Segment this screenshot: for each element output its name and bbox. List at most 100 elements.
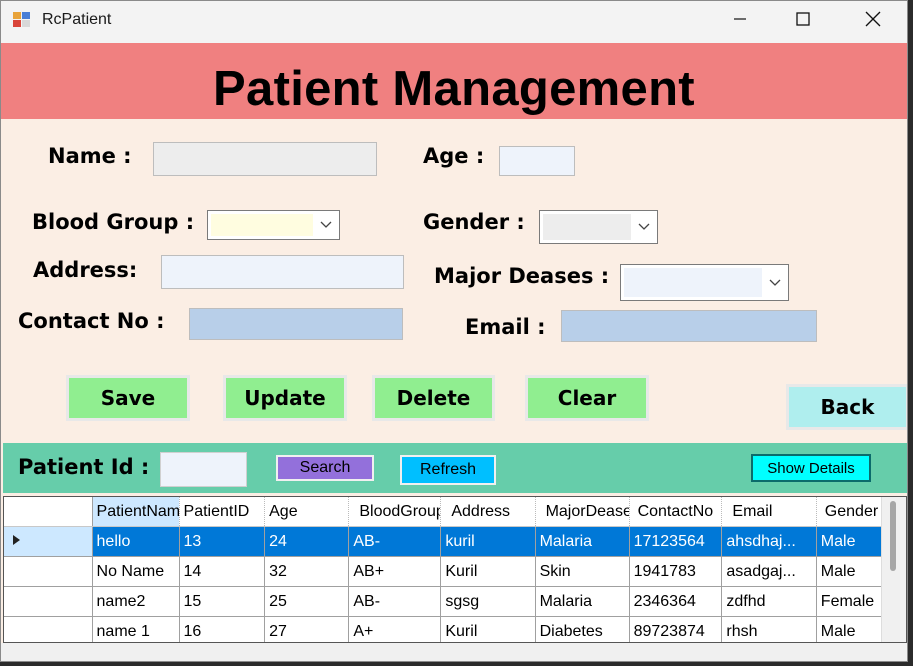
name-input[interactable] [153, 142, 377, 176]
column-header[interactable]: Email [721, 497, 817, 527]
table-cell[interactable]: AB+ [348, 556, 442, 587]
table-cell[interactable]: 15 [179, 586, 266, 617]
table-cell[interactable]: Kuril [440, 616, 536, 642]
search-bar: Patient Id : Search Refresh Show Details [3, 443, 907, 493]
app-window: RcPatient Patient Management Name : Age … [0, 0, 908, 662]
chevron-down-icon [320, 221, 332, 228]
table-cell[interactable]: kuril [440, 526, 536, 557]
table-cell[interactable]: zdfhd [721, 586, 817, 617]
chevron-down-icon [769, 279, 781, 286]
table-cell[interactable]: Kuril [440, 556, 536, 587]
table-cell[interactable]: name2 [92, 586, 180, 617]
table-cell[interactable]: Diabetes [535, 616, 630, 642]
current-row-arrow-icon [13, 534, 20, 545]
table-row[interactable]: name 1 16 27 A+ Kuril Diabetes 89723874 … [4, 616, 906, 642]
contact-no-label: Contact No : [18, 309, 165, 333]
gender-label: Gender : [423, 210, 525, 234]
blood-group-label: Blood Group : [32, 210, 195, 234]
delete-button[interactable]: Delete [372, 375, 495, 421]
table-cell[interactable]: 13 [179, 526, 266, 557]
column-header[interactable]: Age [264, 497, 350, 527]
table-header-row: PatientName PatientID Age BloodGroup Add… [4, 497, 906, 527]
table-row[interactable]: No Name 14 32 AB+ Kuril Skin 1941783 asa… [4, 556, 906, 587]
table-row[interactable]: hello 13 24 AB- kuril Malaria 17123564 a… [4, 526, 906, 557]
table-cell[interactable]: AB- [348, 526, 442, 557]
gender-select[interactable] [539, 210, 658, 244]
contact-no-input[interactable] [189, 308, 403, 340]
scrollbar-thumb[interactable] [890, 501, 896, 571]
row-header[interactable] [4, 616, 93, 642]
close-button[interactable] [850, 1, 896, 37]
patient-id-label: Patient Id : [18, 455, 150, 479]
minimize-icon [734, 18, 746, 20]
app-icon [13, 12, 30, 27]
table-cell[interactable]: ahsdhaj... [721, 526, 817, 557]
table-cell[interactable]: 1941783 [629, 556, 723, 587]
patient-id-input[interactable] [160, 452, 247, 487]
vertical-scrollbar[interactable] [881, 497, 906, 642]
column-header[interactable]: ContactNo [629, 497, 723, 527]
column-header[interactable]: BloodGroup [348, 497, 442, 527]
column-header[interactable]: PatientName [92, 497, 180, 527]
table-cell[interactable]: Malaria [535, 526, 630, 557]
table-cell[interactable]: 25 [264, 586, 350, 617]
gender-value [543, 214, 631, 240]
major-diseases-value [624, 268, 762, 297]
table-cell[interactable]: 17123564 [629, 526, 723, 557]
page-title: Patient Management [213, 62, 695, 116]
chevron-down-icon [638, 223, 650, 230]
table-cell[interactable]: A+ [348, 616, 442, 642]
name-label: Name : [48, 144, 132, 168]
table-cell[interactable]: AB- [348, 586, 442, 617]
table-cell[interactable]: 14 [179, 556, 266, 587]
patients-table: PatientName PatientID Age BloodGroup Add… [4, 497, 906, 642]
table-cell[interactable]: rhsh [721, 616, 817, 642]
header-banner: Patient Management [1, 43, 907, 119]
title-bar: RcPatient [1, 1, 907, 43]
row-header[interactable] [4, 586, 93, 617]
blood-group-select[interactable] [207, 210, 340, 240]
table-cell[interactable]: 16 [179, 616, 266, 642]
show-details-button[interactable]: Show Details [751, 454, 871, 482]
table-row[interactable]: name2 15 25 AB- sgsg Malaria 2346364 zdf… [4, 586, 906, 617]
row-header[interactable] [4, 526, 93, 557]
table-cell[interactable]: Malaria [535, 586, 630, 617]
table-cell[interactable]: 27 [264, 616, 350, 642]
address-label: Address: [33, 258, 138, 282]
email-label: Email : [465, 315, 546, 339]
refresh-button[interactable]: Refresh [400, 455, 496, 485]
column-header[interactable]: PatientID [179, 497, 266, 527]
address-input[interactable] [161, 255, 404, 289]
table-cell[interactable]: asadgaj... [721, 556, 817, 587]
search-button[interactable]: Search [276, 455, 374, 481]
clear-button[interactable]: Clear [525, 375, 649, 421]
table-cell[interactable]: 89723874 [629, 616, 723, 642]
minimize-button[interactable] [717, 1, 763, 37]
blood-group-value [211, 214, 313, 236]
maximize-button[interactable] [780, 1, 826, 37]
major-diseases-select[interactable] [620, 264, 789, 301]
table-cell[interactable]: hello [92, 526, 180, 557]
close-icon [865, 11, 881, 27]
row-header-corner [4, 497, 93, 527]
table-cell[interactable]: 24 [264, 526, 350, 557]
row-header[interactable] [4, 556, 93, 587]
save-button[interactable]: Save [66, 375, 190, 421]
table-cell[interactable]: No Name [92, 556, 180, 587]
table-cell[interactable]: 2346364 [629, 586, 723, 617]
age-label: Age : [423, 144, 485, 168]
patients-grid[interactable]: PatientName PatientID Age BloodGroup Add… [3, 496, 907, 643]
window-title: RcPatient [42, 11, 112, 28]
window-bottom-edge [1, 643, 907, 661]
table-cell[interactable]: Skin [535, 556, 630, 587]
major-diseases-label: Major Deases : [434, 264, 610, 288]
table-cell[interactable]: name 1 [92, 616, 180, 642]
age-input[interactable] [499, 146, 575, 176]
table-cell[interactable]: sgsg [440, 586, 536, 617]
table-cell[interactable]: 32 [264, 556, 350, 587]
update-button[interactable]: Update [223, 375, 347, 421]
column-header[interactable]: Address [440, 497, 536, 527]
email-input[interactable] [561, 310, 817, 342]
back-button[interactable]: Back [786, 384, 907, 430]
column-header[interactable]: MajorDeases [535, 497, 630, 527]
